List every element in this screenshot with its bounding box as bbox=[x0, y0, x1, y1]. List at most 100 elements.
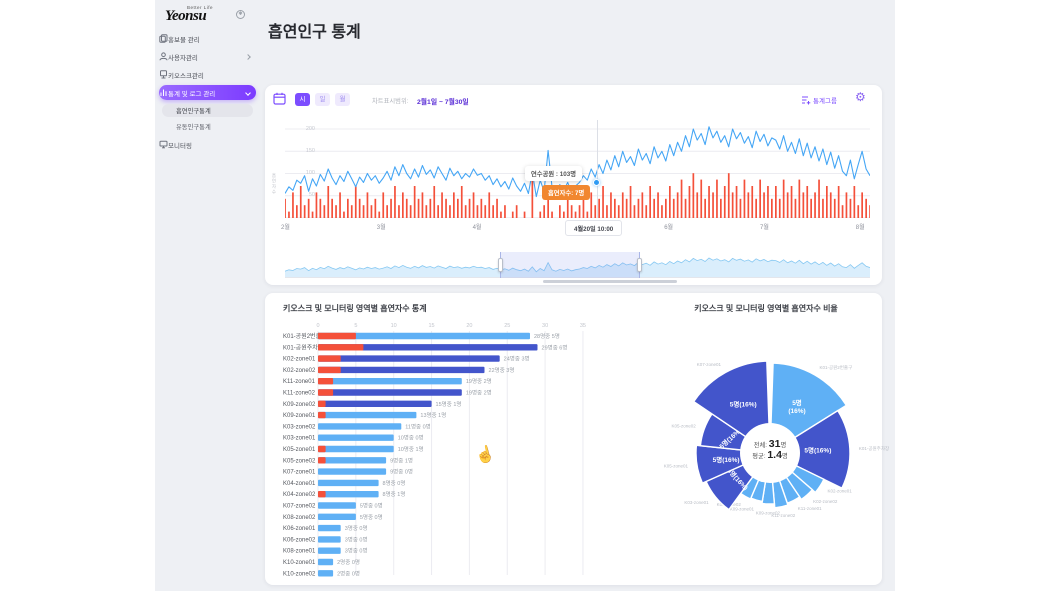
svg-text:K04-zone02: K04-zone02 bbox=[283, 492, 316, 498]
stats-group-icon bbox=[802, 96, 811, 104]
svg-text:K03-zone01: K03-zone01 bbox=[684, 500, 709, 505]
svg-text:K11-zone01: K11-zone01 bbox=[283, 379, 316, 385]
svg-text:3명중 0명: 3명중 0명 bbox=[345, 525, 368, 532]
svg-text:K03-zone01: K03-zone01 bbox=[283, 436, 316, 442]
svg-text:K09-zone01: K09-zone01 bbox=[730, 506, 755, 511]
hover-point-marker bbox=[593, 179, 600, 186]
svg-text:K02-zone02: K02-zone02 bbox=[283, 368, 316, 374]
period-button-day[interactable]: 일 bbox=[315, 93, 330, 106]
svg-text:K01-공원주차장: K01-공원주차장 bbox=[283, 343, 324, 351]
svg-text:K11-zone02: K11-zone02 bbox=[283, 391, 316, 397]
sidebar-item-monitoring[interactable]: 모니터링 bbox=[159, 137, 256, 152]
svg-text:K08-zone01: K08-zone01 bbox=[283, 549, 316, 555]
tooltip-pointer-line bbox=[597, 120, 598, 218]
svg-text:K09-zone01: K09-zone01 bbox=[283, 413, 316, 419]
svg-text:8명중 1명: 8명중 1명 bbox=[383, 491, 406, 498]
svg-text:3명중 0명: 3명중 0명 bbox=[345, 548, 368, 555]
svg-text:22명중 3명: 22명중 3명 bbox=[489, 367, 515, 374]
svg-text:19명중 2명: 19명중 2명 bbox=[466, 390, 492, 397]
y-axis-name: 흡연자수 bbox=[272, 173, 277, 195]
svg-text:15명중 1명: 15명중 1명 bbox=[436, 401, 462, 408]
x-tick: 7월 bbox=[760, 225, 769, 231]
svg-text:K05-zone01: K05-zone01 bbox=[664, 464, 689, 469]
stats-icon bbox=[160, 89, 167, 96]
app-container: Better Life Yeonsu ✱ 홍보물 관리 사용자관리 키오스크관리… bbox=[155, 0, 895, 591]
navigator-selection[interactable] bbox=[500, 252, 640, 278]
settings-gear-icon[interactable]: ⚙ bbox=[855, 90, 866, 104]
sidebar-item-kiosk[interactable]: 키오스크관리 bbox=[159, 67, 256, 82]
y-tick-150: 150 bbox=[305, 148, 315, 154]
sidebar-subitem-floating-stats[interactable]: 유동인구통계 bbox=[162, 120, 253, 133]
svg-text:3명중 0명: 3명중 0명 bbox=[345, 536, 368, 543]
pie-center-summary: 전체: 31명 평균: 1.4명 bbox=[752, 438, 788, 461]
navigator-scrollbar-thumb[interactable] bbox=[543, 280, 677, 283]
svg-text:K04-zone01: K04-zone01 bbox=[283, 481, 316, 487]
period-button-hour[interactable]: 시 bbox=[295, 93, 310, 106]
y-tick-100: 100 bbox=[305, 170, 315, 176]
svg-text:15: 15 bbox=[428, 323, 434, 329]
svg-text:K01-공원2번출구: K01-공원2번출구 bbox=[820, 364, 853, 371]
logo-text: Yeonsu bbox=[165, 8, 207, 24]
monitor-icon bbox=[159, 140, 168, 149]
chevron-down-icon bbox=[245, 89, 251, 96]
theme-toggle-icon[interactable]: ✱ bbox=[236, 10, 245, 19]
svg-text:K10-zone01: K10-zone01 bbox=[283, 560, 316, 566]
sidebar-item-stats-logs[interactable]: 통계 및 로그 관리 bbox=[159, 85, 256, 100]
svg-text:K05-zone01: K05-zone01 bbox=[283, 447, 316, 453]
svg-text:10: 10 bbox=[391, 323, 397, 329]
sidebar-item-promo[interactable]: 홍보물 관리 bbox=[159, 31, 256, 46]
user-icon bbox=[159, 52, 168, 61]
svg-text:K10-zone02: K10-zone02 bbox=[283, 571, 316, 577]
svg-text:K07-zone01: K07-zone01 bbox=[283, 470, 316, 476]
svg-text:5명중 0명: 5명중 0명 bbox=[360, 514, 383, 521]
svg-text:8명중 0명: 8명중 0명 bbox=[383, 480, 406, 487]
svg-text:K02-zone01: K02-zone01 bbox=[283, 357, 316, 363]
sidebar-item-label: 사용자관리 bbox=[168, 54, 198, 62]
navigator-left-handle[interactable] bbox=[498, 258, 503, 272]
tooltip-series-value: 연수공원 : 103명 bbox=[525, 166, 583, 181]
svg-text:K06-zone01: K06-zone01 bbox=[283, 526, 316, 532]
stats-group-button[interactable]: 통계그룹 bbox=[801, 93, 837, 106]
screenshot-root: Better Life Yeonsu ✱ 홍보물 관리 사용자관리 키오스크관리… bbox=[0, 0, 1050, 591]
svg-text:2명중 0명: 2명중 0명 bbox=[337, 570, 360, 577]
svg-text:24명중 3명: 24명중 3명 bbox=[504, 356, 530, 363]
svg-text:25: 25 bbox=[504, 323, 510, 329]
sidebar-item-users[interactable]: 사용자관리 bbox=[159, 49, 256, 64]
svg-text:29명중 6명: 29명중 6명 bbox=[542, 344, 568, 351]
svg-text:35: 35 bbox=[580, 323, 586, 329]
barchart-title: 키오스크 및 모니터링 영역별 흡연자수 통계 bbox=[283, 304, 427, 313]
x-tick: 3월 bbox=[376, 225, 386, 231]
zone-bar-chart[interactable]: 0 5 10 15 20 25 30 35K01-공원2번출구 28명중 5명K01-공원주차장… bbox=[283, 319, 603, 579]
calendar-icon[interactable] bbox=[273, 92, 286, 105]
svg-text:K09-zone02: K09-zone02 bbox=[756, 511, 781, 516]
x-tick: 2월 bbox=[281, 225, 290, 231]
tooltip-axis-label: 4월20일 10:00 bbox=[565, 220, 623, 236]
svg-text:2명중 0명: 2명중 0명 bbox=[337, 559, 360, 566]
period-button-month[interactable]: 월 bbox=[335, 93, 350, 106]
svg-text:K09-zone02: K09-zone02 bbox=[283, 402, 316, 408]
y-tick-50: 50 bbox=[308, 192, 315, 198]
svg-text:K07-zone01: K07-zone01 bbox=[697, 362, 722, 367]
logo[interactable]: Better Life Yeonsu bbox=[165, 5, 245, 31]
svg-text:10명중 1명: 10명중 1명 bbox=[398, 446, 424, 453]
svg-text:5: 5 bbox=[354, 323, 357, 329]
svg-text:20: 20 bbox=[466, 323, 472, 329]
sidebar-subitem-smoking-stats[interactable]: 흡연인구통계 bbox=[162, 104, 253, 117]
svg-text:13명중 1명: 13명중 1명 bbox=[420, 412, 446, 419]
svg-text:K08-zone02: K08-zone02 bbox=[283, 515, 316, 521]
page-title: 흡연인구 통계 bbox=[268, 24, 361, 41]
svg-text:30: 30 bbox=[542, 323, 548, 329]
navigator-right-handle[interactable] bbox=[637, 258, 642, 272]
kiosk-icon bbox=[160, 70, 167, 79]
svg-text:9명중 0명: 9명중 0명 bbox=[390, 469, 413, 476]
sidebar-item-label: 키오스크관리 bbox=[168, 72, 204, 80]
x-tick: 6월 bbox=[664, 225, 674, 231]
sidebar-item-label: 통계 및 로그 관리 bbox=[168, 90, 216, 98]
stats-group-label: 통계그룹 bbox=[813, 97, 837, 105]
timeline-card: 시 일 월 차트표시범위: 2월1일 ~ 7월30일 통계그룹 ⚙ 200 15… bbox=[265, 85, 882, 285]
svg-text:5명중 0명: 5명중 0명 bbox=[360, 503, 383, 510]
chart-range-value: 2월1일 ~ 7월30일 bbox=[417, 98, 469, 106]
svg-text:K05-zone02: K05-zone02 bbox=[283, 458, 316, 464]
docs-icon bbox=[159, 34, 168, 43]
svg-text:0: 0 bbox=[316, 323, 319, 329]
